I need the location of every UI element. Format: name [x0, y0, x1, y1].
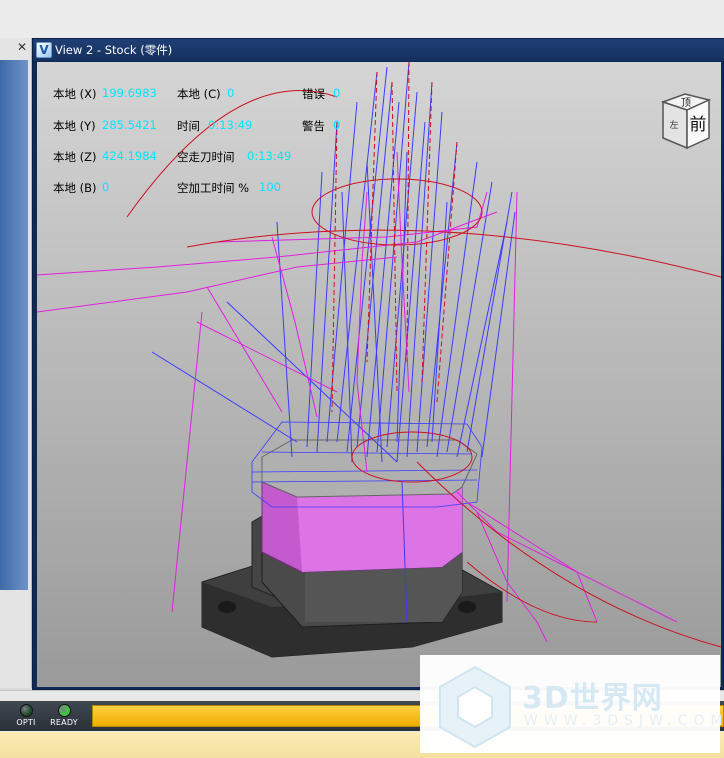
readout-label-air-percent: 空加工时间 % [177, 181, 250, 195]
vericut-view-icon: V [36, 42, 52, 58]
readout-label-warnings: 警告 [302, 119, 325, 133]
readout-label-errors: 错误 [302, 87, 325, 101]
3d-viewport[interactable]: 本地 (X) 199.6983 本地 (Y) 285.5421 本地 (Z) 4… [37, 62, 721, 687]
view-cube[interactable]: 顶 前 左 [655, 90, 715, 154]
side-panel-tab[interactable] [0, 60, 28, 590]
readout-value-y: 285.5421 [102, 118, 157, 132]
readout-label-y: 本地 (Y) [53, 119, 96, 133]
readout-value-b: 0 [102, 180, 110, 194]
view-cube-top-label: 顶 [681, 97, 691, 109]
readout-label-b: 本地 (B) [53, 181, 97, 195]
indicator-opti[interactable]: OPTI [8, 703, 44, 729]
readout-value-c: 0 [227, 86, 235, 100]
left-docked-panel: ✕ [0, 38, 32, 688]
readout-value-x: 199.6983 [102, 86, 157, 100]
view-title: View 2 - Stock (零件) [55, 43, 173, 57]
view-window: V View 2 - Stock (零件) 本地 (X) 199.6983 本地… [32, 38, 724, 690]
indicator-ready[interactable]: READY [46, 703, 82, 729]
readout-label-time: 时间 [177, 119, 200, 133]
readout-value-z: 424.1984 [102, 149, 157, 163]
readout-label-z: 本地 (Z) [53, 150, 97, 164]
readout-value-warnings: 0 [333, 118, 341, 132]
close-icon[interactable]: ✕ [17, 41, 29, 53]
readout-value-time: 0:13:49 [208, 118, 253, 132]
watermark-logo-icon [439, 665, 511, 749]
indicator-opti-label: OPTI [16, 718, 36, 727]
readout-value-air-time: 0:13:49 [247, 149, 292, 163]
indicator-ready-label: READY [50, 718, 78, 727]
readout-value-air-percent: 100 [259, 180, 281, 194]
readout-label-x: 本地 (X) [53, 87, 97, 101]
watermark-text: 3D世界网 [522, 681, 663, 716]
view-cube-front-label: 前 [690, 115, 707, 135]
readout-label-c: 本地 (C) [177, 87, 221, 101]
readout-label-air-time: 空走刀时间 [177, 150, 235, 164]
view-cube-side-label: 左 [669, 119, 678, 131]
ready-lamp-icon [57, 704, 71, 717]
opti-lamp-icon [19, 704, 33, 717]
watermark-subtext: WWW.3DSJW.COM [524, 713, 724, 729]
top-toolbar-strip [0, 0, 724, 38]
watermark: 3D世界网 WWW.3DSJW.COM [420, 655, 723, 753]
readout-value-errors: 0 [333, 86, 341, 100]
view-title-bar[interactable]: V View 2 - Stock (零件) [33, 39, 724, 61]
